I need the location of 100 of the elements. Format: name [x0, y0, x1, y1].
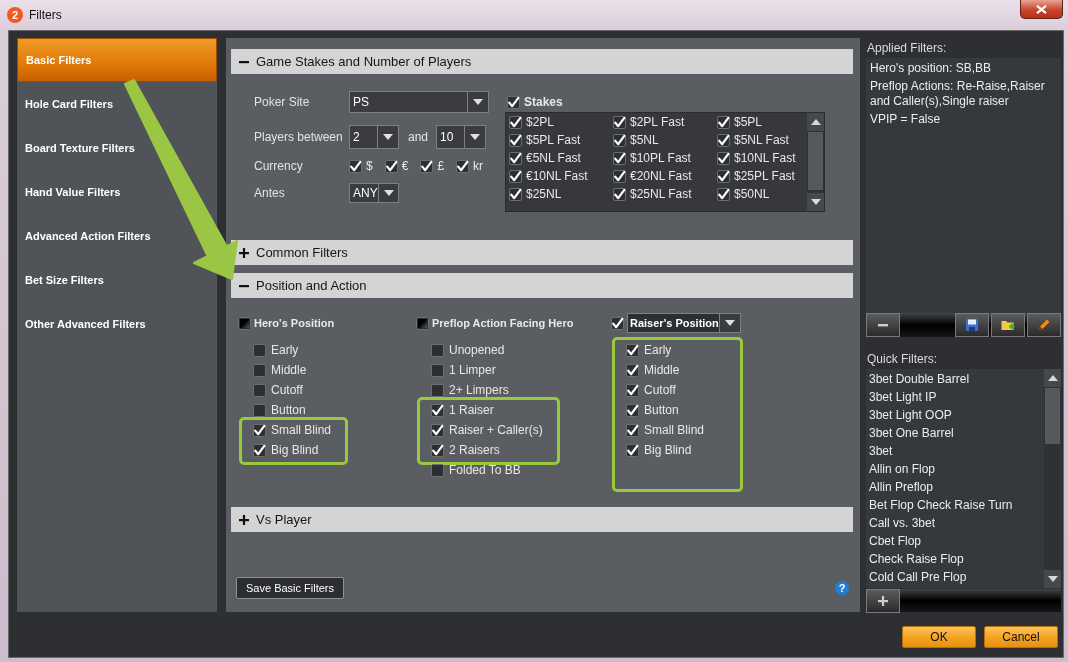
position-option[interactable]: 2 Raisers [431, 440, 543, 460]
sidebar-item[interactable]: Bet Size Filters [17, 258, 108, 302]
checkbox[interactable] [626, 423, 639, 437]
section-header[interactable]: Common Filters [231, 240, 853, 265]
position-option[interactable]: Button [253, 400, 416, 420]
stake-option[interactable]: $5NL [613, 131, 717, 149]
checkbox[interactable] [416, 316, 429, 330]
stake-option[interactable]: $10PL Fast [613, 149, 717, 167]
position-option[interactable]: 2+ Limpers [431, 380, 611, 400]
checkbox[interactable] [613, 133, 626, 147]
dialog-button[interactable]: Cancel [984, 626, 1058, 648]
position-option[interactable]: Early [626, 340, 705, 360]
checkbox[interactable] [349, 159, 362, 173]
sidebar-item[interactable]: Hand Value Filters [17, 170, 125, 214]
stake-option[interactable]: $5NL Fast [717, 131, 807, 149]
position-option[interactable]: Raiser + Caller(s) [431, 420, 543, 440]
checkbox[interactable] [431, 403, 444, 417]
position-option[interactable]: 1 Limper [431, 360, 611, 380]
quick-filter-item[interactable]: 3bet [869, 442, 1041, 460]
position-option[interactable]: Middle [253, 360, 416, 380]
checkbox[interactable] [509, 187, 522, 201]
checkbox[interactable] [613, 187, 626, 201]
scrollbar-thumb[interactable] [808, 132, 823, 190]
min-players-dropdown[interactable]: 2 [349, 125, 399, 149]
position-option[interactable]: Folded To BB [431, 460, 611, 480]
checkbox[interactable] [509, 151, 522, 165]
quick-filter-item[interactable]: Check Raise Flop [869, 550, 1041, 568]
checkbox[interactable] [384, 159, 398, 173]
position-option[interactable]: Small Blind [626, 420, 705, 440]
position-option[interactable]: Big Blind [253, 440, 332, 460]
scrollbar[interactable] [807, 113, 824, 211]
checkbox[interactable] [611, 316, 624, 330]
checkbox[interactable] [456, 159, 470, 173]
scrollbar[interactable] [1044, 369, 1061, 588]
section-header[interactable]: Position and Action [231, 273, 853, 298]
checkbox[interactable] [613, 151, 626, 165]
edit-button[interactable] [1027, 313, 1061, 337]
stake-option[interactable]: $50NL [717, 185, 807, 203]
checkbox[interactable] [431, 363, 444, 377]
position-option[interactable]: Big Blind [626, 440, 705, 460]
quick-filter-item[interactable]: Call vs. 3bet [869, 514, 1041, 532]
help-button[interactable]: ? [835, 581, 849, 595]
quick-filter-item[interactable]: Bet Flop Check Raise Turn [869, 496, 1041, 514]
antes-dropdown[interactable]: ANY [349, 183, 399, 203]
stake-option[interactable]: €20NL Fast [613, 167, 717, 185]
checkbox[interactable] [509, 133, 522, 147]
checkbox[interactable] [253, 403, 266, 417]
stake-option[interactable]: $2PL [509, 113, 613, 131]
quick-filter-item[interactable]: Allin on Flop [869, 460, 1041, 478]
checkbox[interactable] [253, 343, 266, 357]
checkbox[interactable] [717, 187, 730, 201]
save-filters-button[interactable]: Save Basic Filters [236, 577, 345, 599]
stake-option[interactable]: $25NL [509, 185, 613, 203]
add-button[interactable] [866, 589, 900, 613]
checkbox[interactable] [507, 95, 520, 109]
quick-filter-item[interactable]: 3bet Light OOP [869, 406, 1041, 424]
close-button[interactable] [1020, 0, 1063, 19]
checkbox[interactable] [613, 115, 626, 129]
add-folder-button[interactable] [991, 313, 1025, 337]
sidebar-item[interactable]: Other Advanced Filters [17, 302, 150, 346]
checkbox[interactable] [626, 343, 639, 357]
checkbox[interactable] [431, 343, 444, 357]
position-option[interactable]: 1 Raiser [431, 400, 543, 420]
position-option[interactable]: Early [253, 340, 416, 360]
sidebar-item[interactable]: Advanced Action Filters [17, 214, 155, 258]
position-option[interactable]: Middle [626, 360, 705, 380]
poker-site-dropdown[interactable]: PS [349, 91, 489, 113]
checkbox[interactable] [626, 383, 639, 397]
quick-filter-item[interactable]: 3bet Double Barrel [869, 370, 1041, 388]
scrollbar-thumb[interactable] [1045, 388, 1060, 444]
checkbox[interactable] [509, 169, 522, 183]
currency-option[interactable]: £ [420, 159, 445, 173]
quick-filter-item[interactable]: 3bet Light IP [869, 388, 1041, 406]
stake-option[interactable]: $2PL Fast [613, 113, 717, 131]
checkbox[interactable] [626, 403, 639, 417]
stake-option[interactable]: $25NL Fast [613, 185, 717, 203]
checkbox[interactable] [420, 159, 434, 173]
currency-option[interactable]: kr [456, 159, 484, 173]
stake-option[interactable]: $5PL Fast [509, 131, 613, 149]
sidebar-item[interactable]: Hole Card Filters [17, 82, 118, 126]
checkbox[interactable] [717, 151, 730, 165]
raiser-position-dropdown[interactable]: Raiser's Position [627, 313, 741, 333]
stake-option[interactable]: $5PL [717, 113, 807, 131]
quick-filter-item[interactable]: 3bet One Barrel [869, 424, 1041, 442]
save-button[interactable] [955, 313, 989, 337]
sidebar-item[interactable]: Board Texture Filters [17, 126, 139, 170]
checkbox[interactable] [253, 363, 266, 377]
checkbox[interactable] [626, 443, 639, 457]
dialog-button[interactable]: OK [902, 626, 976, 648]
checkbox[interactable] [253, 423, 266, 437]
checkbox[interactable] [238, 316, 251, 330]
stake-option[interactable]: €5NL Fast [509, 149, 613, 167]
quick-filter-item[interactable]: Cold Call Pre Flop [869, 568, 1041, 586]
checkbox[interactable] [431, 383, 444, 397]
section-header[interactable]: Vs Player [231, 507, 853, 532]
stake-option[interactable]: $10NL Fast [717, 149, 807, 167]
quick-filter-item[interactable]: Cbet Flop [869, 532, 1041, 550]
checkbox[interactable] [431, 443, 444, 457]
section-header[interactable]: Game Stakes and Number of Players [231, 49, 853, 74]
quick-filter-item[interactable]: Allin Preflop [869, 478, 1041, 496]
